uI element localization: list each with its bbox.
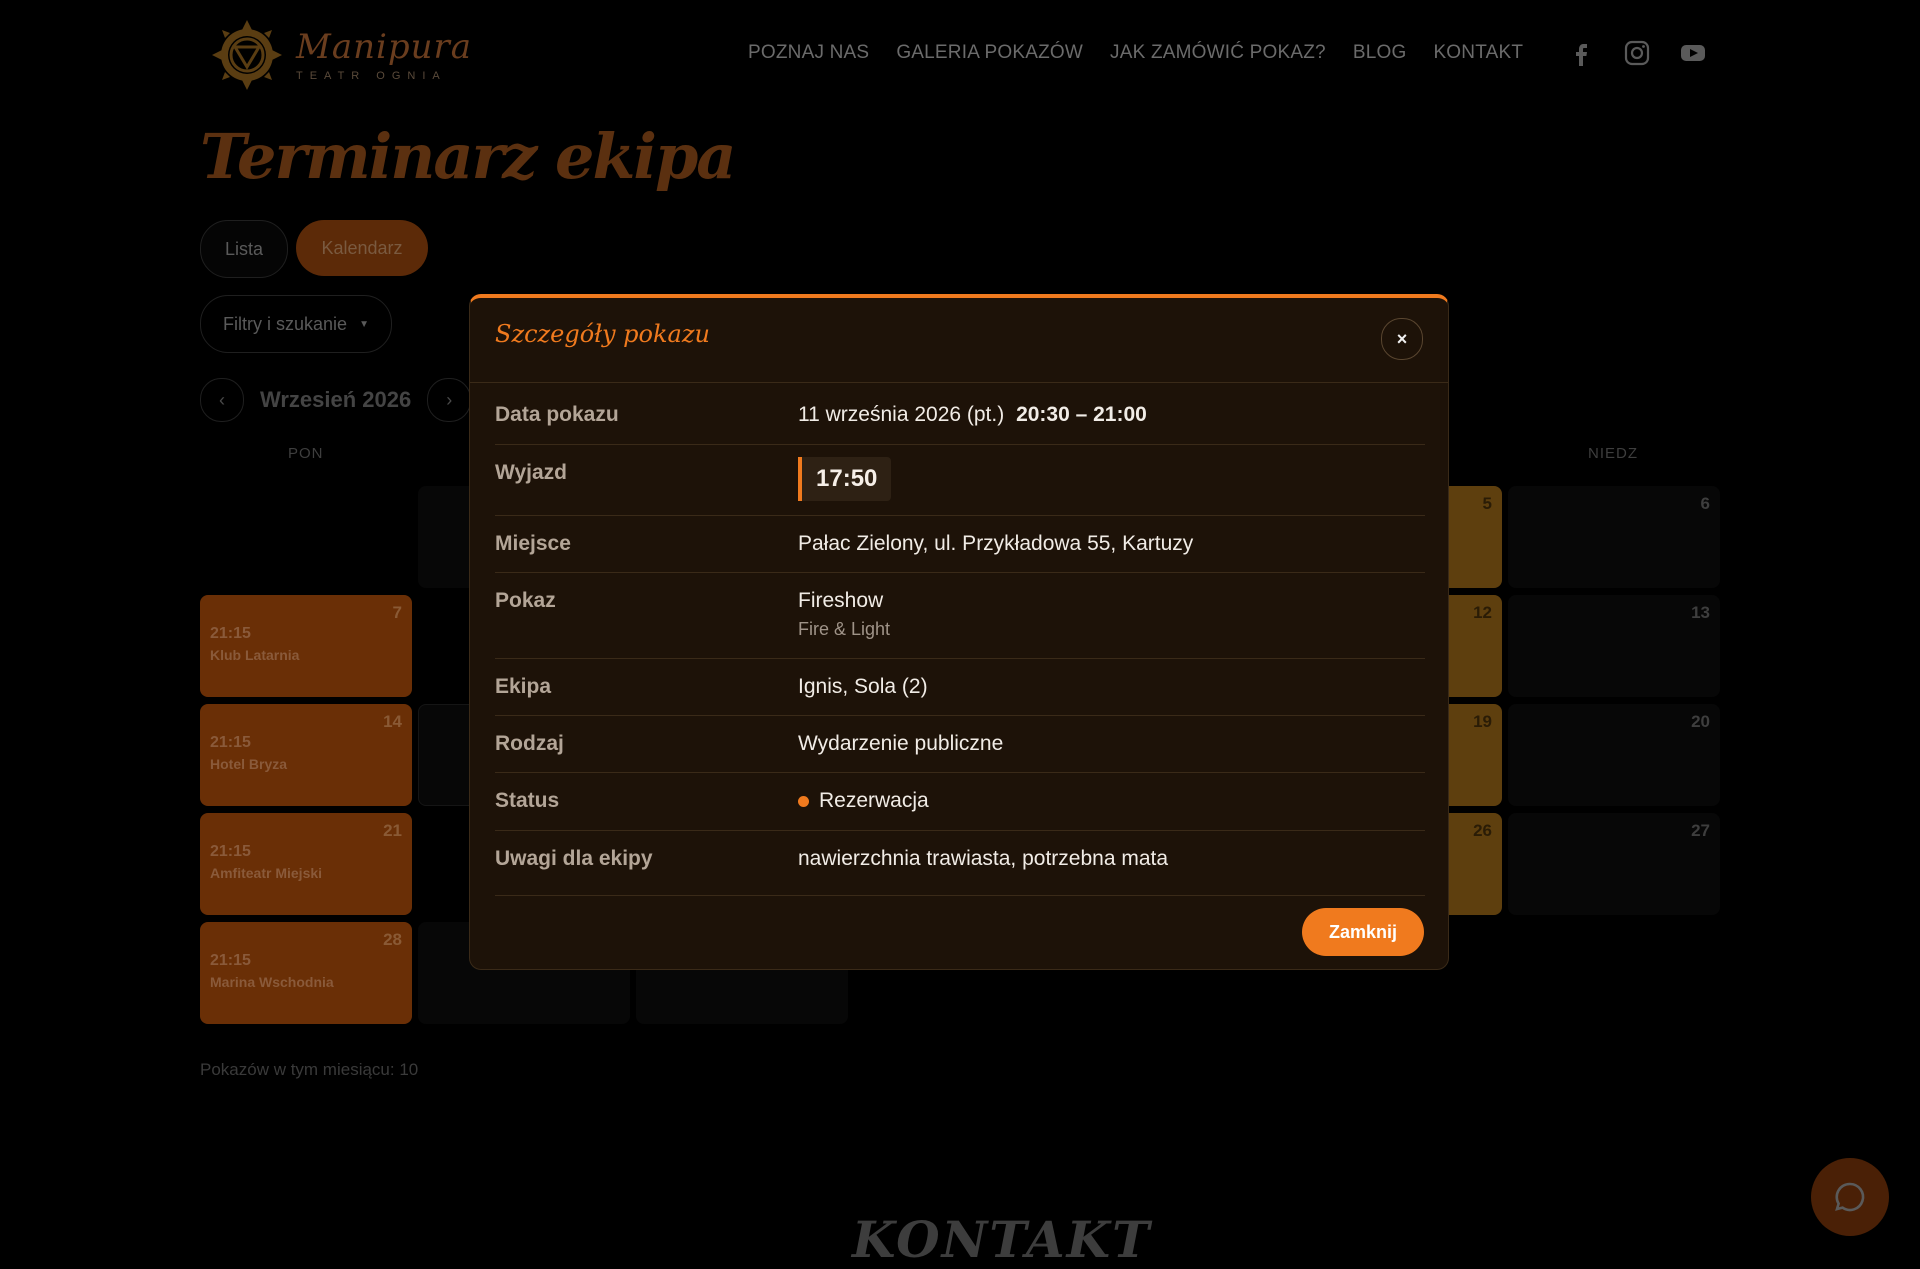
status-dot-icon [798, 795, 809, 807]
day-number: 21 [383, 821, 402, 840]
event-place: Klub Latarnia [210, 647, 300, 663]
youtube-icon[interactable] [1680, 40, 1706, 66]
row-crew: Ekipa Ignis, Sola (2) [495, 659, 1425, 716]
label-status: Status [495, 789, 560, 812]
show-subtitle: Fire & Light [798, 619, 891, 639]
row-notes: Uwagi dla ekipy nawierzchnia trawiasta, … [495, 831, 1425, 896]
social-links [1568, 40, 1706, 66]
page: Manipura TEATR OGNIA POZNAJ NAS GALERIA … [0, 0, 1920, 1269]
label-departure: Wyjazd [495, 461, 567, 484]
status-text: Rezerwacja [819, 789, 929, 812]
day-number: 27 [1691, 821, 1710, 840]
event-time: 21:15 [210, 952, 251, 969]
nav-galeria-pokazow[interactable]: GALERIA POKAZÓW [896, 42, 1083, 64]
calendar-day-cell[interactable]: 21 21:15 Amfiteatr Miejski [200, 813, 412, 915]
label-place: Miejsce [495, 532, 571, 555]
month-navigation: ‹ Wrzesień 2026 › [200, 378, 472, 422]
page-title: Terminarz ekipa [200, 120, 736, 193]
row-show: Pokaz Fireshow Fire & Light [495, 573, 1425, 659]
calendar-day-cell[interactable]: 28 21:15 Marina Wschodnia [200, 922, 412, 1024]
manipura-logo-icon [212, 20, 282, 90]
value-status: Rezerwacja [798, 789, 929, 813]
day-number: 12 [1473, 603, 1492, 622]
event-place: Marina Wschodnia [210, 974, 334, 990]
modal-footer: Zamknij [470, 892, 1448, 972]
day-number: 28 [383, 930, 402, 949]
value-place: Pałac Zielony, ul. Przykładowa 55, Kartu… [798, 532, 1194, 555]
event-place: Hotel Bryza [210, 756, 288, 772]
chat-bubble-icon [1835, 1182, 1865, 1212]
caret-down-icon: ▼ [359, 318, 369, 330]
time-range: 20:30 – 21:00 [1016, 403, 1147, 426]
row-date: Data pokazu 11 września 2026 (pt.) 20:30… [495, 382, 1425, 445]
row-type: Rodzaj Wydarzenie publiczne [495, 716, 1425, 773]
row-place: Miejsce Pałac Zielony, ul. Przykładowa 5… [495, 516, 1425, 573]
next-month-button[interactable]: › [427, 378, 472, 422]
day-number: 20 [1691, 712, 1710, 731]
departure-time-badge: 17:50 [798, 457, 892, 501]
value-crew: Ignis, Sola (2) [798, 675, 928, 698]
value-type: Wydarzenie publiczne [798, 732, 1004, 755]
view-list-button[interactable]: Lista [200, 220, 288, 278]
brand-name: Manipura [296, 27, 473, 67]
chat-button[interactable] [1811, 1158, 1889, 1236]
modal-header: Szczegóły pokazu × [470, 298, 1448, 383]
view-calendar-button[interactable]: Kalendarz [296, 220, 428, 276]
label-show: Pokaz [495, 589, 556, 612]
row-departure: Wyjazd 17:50 [495, 445, 1425, 516]
monthly-count-note: Pokazów w tym miesiącu: 10 [200, 1060, 419, 1079]
day-number: 13 [1691, 603, 1710, 622]
main-nav: POZNAJ NAS GALERIA POKAZÓW JAK ZAMÓWIĆ P… [748, 42, 1523, 64]
calendar-day-cell[interactable]: 6 [1508, 486, 1720, 588]
event-time: 21:15 [210, 625, 251, 642]
event-time: 21:15 [210, 734, 251, 751]
nav-jak-zamowic[interactable]: JAK ZAMÓWIĆ POKAZ? [1110, 42, 1326, 64]
day-number: 14 [383, 712, 402, 731]
day-number: 6 [1700, 494, 1710, 513]
day-number: 5 [1482, 494, 1492, 513]
event-place: Amfiteatr Miejski [210, 865, 323, 881]
weekday-sun: NIEDZ [1588, 445, 1638, 462]
filters-label: Filtry i szukanie [223, 313, 348, 334]
close-modal-button[interactable]: Zamknij [1302, 908, 1424, 956]
date-text: 11 września 2026 (pt.) [798, 403, 1005, 426]
label-type: Rodzaj [495, 732, 564, 755]
nav-kontakt[interactable]: KONTAKT [1433, 42, 1523, 64]
row-status: Status Rezerwacja [495, 773, 1425, 831]
brand-tagline: TEATR OGNIA [296, 70, 447, 82]
calendar-day-cell[interactable]: 13 [1508, 595, 1720, 697]
event-time: 21:15 [210, 843, 251, 860]
calendar-day-cell[interactable]: 20 [1508, 704, 1720, 806]
label-date: Data pokazu [495, 403, 619, 426]
value-date: 11 września 2026 (pt.) 20:30 – 21:00 [798, 403, 1147, 427]
value-show: Fireshow Fire & Light [798, 589, 890, 640]
show-details-modal: Szczegóły pokazu × Data pokazu 11 wrześn… [469, 294, 1449, 970]
show-name: Fireshow [798, 589, 884, 612]
value-departure: 17:50 [798, 457, 892, 501]
value-notes: nawierzchnia trawiasta, potrzebna mata [798, 847, 1169, 870]
instagram-icon[interactable] [1624, 40, 1650, 66]
nav-blog[interactable]: BLOG [1353, 42, 1407, 64]
nav-poznaj-nas[interactable]: POZNAJ NAS [748, 42, 869, 64]
label-crew: Ekipa [495, 675, 552, 698]
modal-title: Szczegóły pokazu [495, 320, 710, 348]
weekday-mon: PON [288, 445, 324, 462]
label-notes: Uwagi dla ekipy [495, 847, 653, 870]
site-logo[interactable]: Manipura TEATR OGNIA [210, 18, 472, 92]
day-number: 7 [392, 603, 402, 622]
detail-rows: Data pokazu 11 września 2026 (pt.) 20:30… [495, 382, 1425, 896]
day-number: 26 [1473, 821, 1492, 840]
month-label: Wrzesień 2026 [260, 387, 412, 412]
filters-dropdown[interactable]: Filtry i szukanie ▼ [200, 295, 392, 353]
close-icon[interactable]: × [1381, 318, 1423, 360]
calendar-day-cell[interactable]: 7 21:15 Klub Latarnia [200, 595, 412, 697]
footer-kontakt-heading: KONTAKT [852, 1210, 1152, 1269]
calendar-day-cell[interactable]: 14 21:15 Hotel Bryza [200, 704, 412, 806]
day-number: 19 [1473, 712, 1492, 731]
logo-text: Manipura TEATR OGNIA [296, 28, 472, 82]
calendar-day-cell[interactable]: 27 [1508, 813, 1720, 915]
facebook-icon[interactable] [1568, 40, 1594, 66]
prev-month-button[interactable]: ‹ [200, 378, 244, 422]
